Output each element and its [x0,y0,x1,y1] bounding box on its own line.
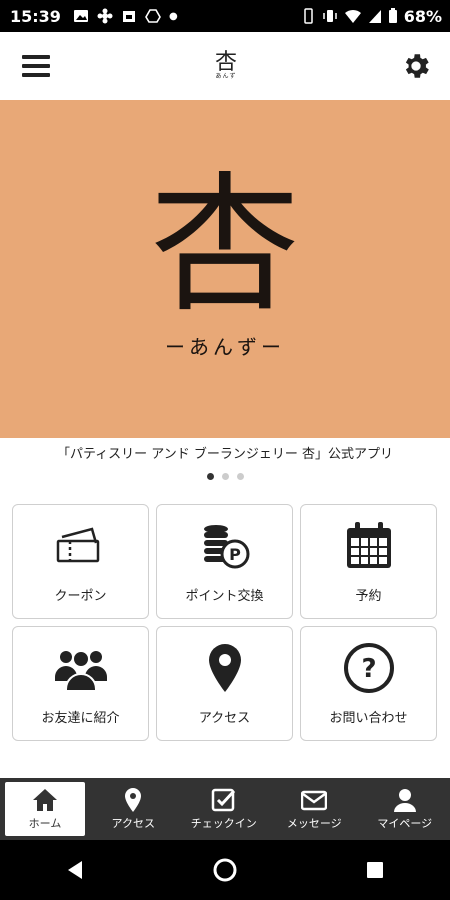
tab-home[interactable]: ホーム [5,782,85,836]
back-icon[interactable] [45,840,105,900]
access-tile[interactable]: アクセス [156,626,293,741]
battery-percent: 68% [403,6,442,26]
coupon-tile[interactable]: クーポン [12,504,149,619]
reservation-tile[interactable]: 予約 [300,504,437,619]
tab-access[interactable]: アクセス [88,778,179,840]
tab-checkin-label: チェックイン [190,817,257,830]
refer-friend-tile[interactable]: お友達に紹介 [12,626,149,741]
header-logo-sub: あんず [215,73,237,80]
menu-grid: クーポン P ポイント交換 予約 お友達に紹介 アクセス ? お問い合わせ [12,504,438,741]
person-icon [393,789,416,812]
hero-banner[interactable]: 杏 ーあんずー [0,100,450,438]
tab-home-label: ホーム [28,817,62,830]
point-exchange-tile[interactable]: P ポイント交換 [156,504,293,619]
carousel-dot[interactable] [206,473,214,480]
header-logo-mark: 杏 [214,50,237,75]
bottom-tab-bar: ホーム アクセス チェックイン メッセージ マイページ [0,778,450,840]
svg-text:P: P [229,545,241,564]
carousel-indicator [0,473,450,480]
point-exchange-label: ポイント交換 [185,589,264,604]
map-pin-icon [208,644,241,692]
flower-notification-icon [97,8,113,24]
mail-icon [301,790,328,811]
tab-access-label: アクセス [111,817,155,830]
tab-checkin[interactable]: チェックイン [179,778,270,840]
group-icon [54,650,107,692]
reservation-label: 予約 [355,589,382,604]
banner-logo-kana: ーあんずー [165,334,285,359]
refer-friend-label: お友達に紹介 [41,711,120,726]
contact-label: お問い合わせ [329,711,408,726]
carousel-dot[interactable] [221,473,229,480]
wifi-icon [344,9,361,23]
access-label: アクセス [198,711,251,726]
store-notification-icon [122,11,135,22]
tab-messages[interactable]: メッセージ [269,778,360,840]
drive-notification-icon [145,9,161,23]
more-notifications-dot: ● [168,10,178,22]
hamburger-menu-icon[interactable] [12,42,60,90]
recents-icon[interactable] [345,840,405,900]
calendar-icon [346,522,391,568]
coupon-icon [56,527,99,563]
tab-mypage[interactable]: マイページ [360,778,450,840]
status-time: 15:39 [10,6,61,26]
carousel-dot[interactable] [236,473,244,480]
image-notification-icon [73,10,88,22]
coupon-label: クーポン [54,589,107,604]
rotate-icon [303,8,313,24]
system-nav-bar [0,840,450,900]
battery-icon [388,8,397,23]
status-bar: 15:39 ● 68% [0,0,450,32]
home-circle-icon[interactable] [195,840,255,900]
app-header: 杏 あんず [0,32,450,100]
banner-caption: 「パティスリー アンド ブーランジェリー 杏」公式アプリ [56,447,394,462]
vibrate-icon [322,10,337,22]
map-pin-icon [125,788,142,812]
checkbox-icon [211,788,235,812]
banner-logo-kanji: 杏 [149,158,300,333]
tab-messages-label: メッセージ [286,817,342,830]
svg-text:?: ? [361,654,376,684]
question-icon: ? [343,643,394,693]
point-coins-icon: P [203,525,249,569]
signal-icon [368,10,381,23]
settings-gear-icon[interactable] [392,42,440,90]
tab-mypage-label: マイページ [377,817,433,830]
home-icon [33,789,57,811]
header-logo: 杏 あんず [215,52,237,80]
contact-tile[interactable]: ? お問い合わせ [300,626,437,741]
